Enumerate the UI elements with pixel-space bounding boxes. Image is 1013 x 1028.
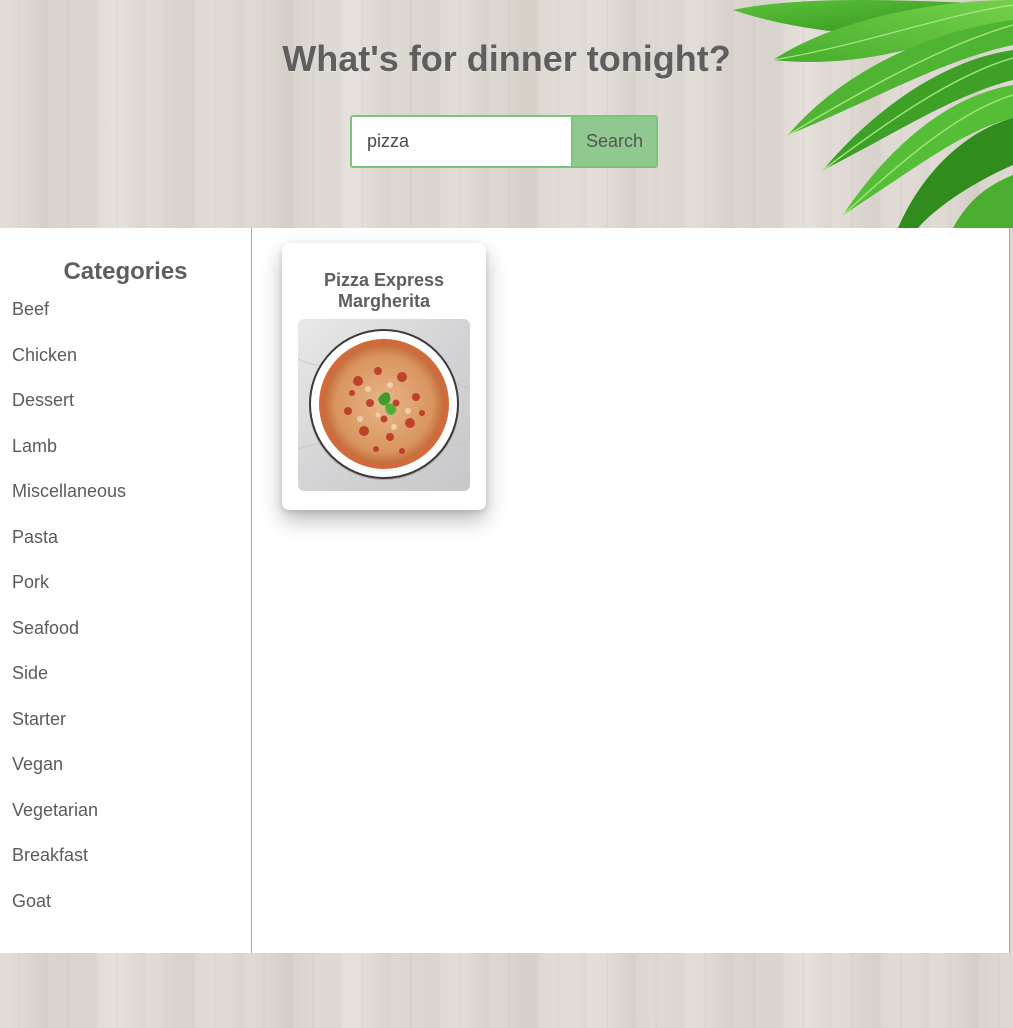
search-button[interactable]: Search: [571, 115, 658, 168]
search-form: Search: [350, 115, 658, 168]
meal-results: Pizza Express Margherita: [252, 228, 1010, 953]
category-item-beef[interactable]: Beef: [0, 298, 251, 344]
search-input[interactable]: [350, 115, 571, 168]
category-item-dessert[interactable]: Dessert: [0, 389, 251, 435]
page-headline: What's for dinner tonight?: [282, 38, 731, 79]
meal-title: Pizza Express Margherita: [323, 270, 445, 311]
category-list: Beef Chicken Dessert Lamb Miscellaneous …: [0, 298, 251, 935]
category-item-breakfast[interactable]: Breakfast: [0, 844, 251, 890]
category-item-pork[interactable]: Pork: [0, 571, 251, 617]
category-item-chicken[interactable]: Chicken: [0, 344, 251, 390]
category-item-vegan[interactable]: Vegan: [0, 753, 251, 799]
category-item-vegetarian[interactable]: Vegetarian: [0, 799, 251, 845]
category-item-goat[interactable]: Goat: [0, 890, 251, 936]
category-item-lamb[interactable]: Lamb: [0, 435, 251, 481]
main-panel: Categories Beef Chicken Dessert Lamb Mis…: [0, 228, 1010, 953]
meal-card[interactable]: Pizza Express Margherita: [282, 243, 486, 510]
category-item-side[interactable]: Side: [0, 662, 251, 708]
meal-image[interactable]: [298, 319, 470, 491]
category-item-miscellaneous[interactable]: Miscellaneous: [0, 480, 251, 526]
category-item-seafood[interactable]: Seafood: [0, 617, 251, 663]
category-sidebar: Categories Beef Chicken Dessert Lamb Mis…: [0, 228, 252, 953]
hero-header: What's for dinner tonight? Search: [0, 0, 1013, 228]
category-item-starter[interactable]: Starter: [0, 708, 251, 754]
sidebar-title: Categories: [63, 258, 188, 285]
herb-leaves-image: [713, 0, 1013, 228]
category-item-pasta[interactable]: Pasta: [0, 526, 251, 572]
